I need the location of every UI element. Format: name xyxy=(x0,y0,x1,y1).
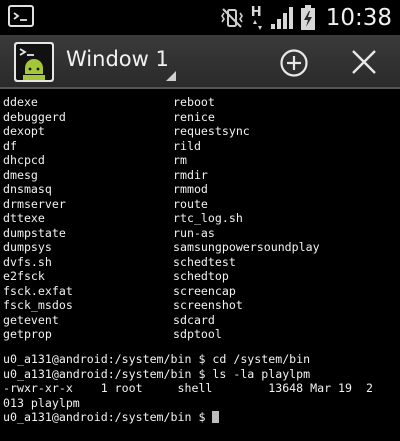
close-icon[interactable] xyxy=(350,48,378,76)
add-circle-icon[interactable] xyxy=(279,48,309,78)
file-name: drmserver xyxy=(3,196,66,211)
file-name: rm xyxy=(173,153,187,167)
file-name: rmmod xyxy=(173,182,208,196)
status-bar: H 10:38 xyxy=(0,0,400,35)
file-name: debuggerd xyxy=(3,109,66,124)
window-title[interactable]: Window 1 xyxy=(66,47,169,71)
file-name: dumpsys xyxy=(3,240,52,254)
status-time: 10:38 xyxy=(325,4,392,31)
signal-icon xyxy=(270,6,293,29)
file-name: fsck_msdos xyxy=(3,298,73,312)
file-name: dumpstate xyxy=(3,225,66,240)
file-name: dnsmasq xyxy=(3,182,52,196)
file-name: rtc_log.sh xyxy=(173,211,243,225)
terminal-line: 013 playlpm xyxy=(3,395,80,410)
file-name: requestsync xyxy=(173,124,250,138)
file-name: getprop xyxy=(3,327,52,341)
file-name: dttexe xyxy=(3,211,45,225)
terminal-output[interactable]: ddexe reboot debuggerd renice dexopt requests… xyxy=(0,91,400,441)
terminal-line: -rwxr-xr-x 1 root shell 13648 Mar 19 2 xyxy=(3,381,373,395)
file-name: schedtest xyxy=(173,254,236,269)
terminal-line: u0_a131@android:/system/bin $ cd /system… xyxy=(3,352,311,366)
file-name: screenshot xyxy=(173,298,243,312)
shell-prompt: u0_a131@android:/system/bin $ xyxy=(3,410,213,424)
android-terminal-icon[interactable] xyxy=(14,42,54,82)
hspa-network-icon: H xyxy=(250,5,264,31)
file-name: dhcpcd xyxy=(3,153,45,167)
file-name: sdptool xyxy=(173,327,222,341)
file-name: ddexe xyxy=(3,95,38,109)
file-name: dexopt xyxy=(3,124,45,138)
network-type-label: H xyxy=(250,4,262,20)
file-name: rmdir xyxy=(173,167,208,182)
file-name: getevent xyxy=(3,312,59,327)
prompt-line[interactable]: u0_a131@android:/system/bin $ xyxy=(3,410,400,425)
screenshot-icon xyxy=(8,5,34,27)
file-name: fsck.exfat xyxy=(3,283,73,298)
file-name: reboot xyxy=(173,95,215,109)
file-name: schedtop xyxy=(173,269,229,283)
vibrate-mute-icon xyxy=(220,7,243,28)
window-dropdown-indicator[interactable] xyxy=(166,71,176,81)
text-cursor[interactable] xyxy=(212,411,220,423)
file-name: screencap xyxy=(173,283,236,298)
file-name: df xyxy=(3,138,17,153)
battery-charging-icon xyxy=(300,4,315,30)
file-name: samsungpowersoundplay xyxy=(173,240,320,254)
terminal-line: u0_a131@android:/system/bin $ ls -la pla… xyxy=(3,366,311,381)
file-name: run-as xyxy=(173,225,215,240)
action-bar: Window 1 xyxy=(0,35,400,89)
file-name: dvfs.sh xyxy=(3,254,52,269)
file-name: renice xyxy=(173,109,215,124)
file-name: dmesg xyxy=(3,167,38,182)
terminal-session: u0_a131@android:/system/bin $ cd /system… xyxy=(3,352,400,425)
file-name: e2fsck xyxy=(3,269,45,283)
file-name: sdcard xyxy=(173,312,215,327)
file-name: rild xyxy=(173,138,201,153)
file-name: route xyxy=(173,196,208,211)
